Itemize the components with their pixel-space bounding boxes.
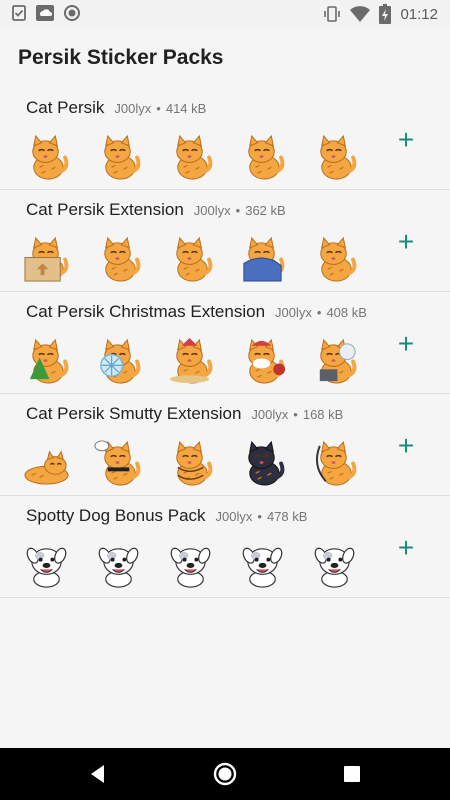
dog-sticker-3 — [170, 547, 211, 588]
add-to-whatsapp-button[interactable]: + — [392, 228, 420, 256]
pack-author: J00lyx — [215, 509, 253, 524]
pack-separator: • — [316, 305, 322, 320]
pack-size: 408 kB — [326, 305, 367, 320]
pack-size: 414 kB — [165, 101, 207, 116]
pack-name: Cat Persik Christmas Extension — [26, 302, 266, 321]
cat-dark-sticker — [248, 440, 285, 486]
pack-author: J00lyx — [251, 407, 289, 422]
add-to-whatsapp-button[interactable]: + — [392, 534, 420, 562]
add-to-whatsapp-button[interactable]: + — [392, 126, 420, 154]
sticker-pack-list: Cat Persik J00lyx • 414 kB + Cat Persik … — [0, 88, 450, 598]
home-circle-icon[interactable] — [213, 762, 237, 786]
sticker-preview-row — [22, 438, 359, 487]
pack-size: 478 kB — [266, 509, 308, 524]
sticker-preview-row — [22, 132, 359, 181]
pack-name: Spotty Dog Bonus Pack — [26, 506, 206, 525]
cat-sticker-1 — [32, 134, 69, 180]
cat-sticker-2 — [104, 134, 141, 180]
dog-sticker-4 — [242, 547, 283, 588]
pack-name: Cat Persik Extension — [26, 200, 184, 219]
pack-author: J00lyx — [193, 203, 231, 218]
pack-size: 168 kB — [302, 407, 344, 422]
pack-author: J00lyx — [114, 101, 152, 116]
pack-header: Cat Persik Extension J00lyx • 362 kB — [26, 200, 286, 220]
pack-size: 362 kB — [245, 203, 286, 218]
pack-separator: • — [293, 407, 298, 422]
cat-blanket-sticker — [243, 236, 285, 282]
back-triangle-icon[interactable] — [86, 762, 110, 786]
cat-lying-sticker — [24, 450, 69, 485]
sticker-pack-row[interactable]: Cat Persik J00lyx • 414 kB + — [0, 88, 450, 190]
pack-name: Cat Persik — [26, 98, 105, 117]
sticker-pack-row[interactable]: Cat Persik Smutty Extension J00lyx • 168 kB — [0, 394, 450, 496]
dog-sticker-5 — [314, 547, 355, 588]
cat-sticker-8 — [320, 236, 357, 282]
pack-separator: • — [257, 509, 262, 524]
page-title: Persik Sticker Packs — [18, 46, 224, 69]
cat-sticker-4 — [248, 134, 285, 180]
dog-sticker-2 — [98, 547, 139, 588]
status-bar: 01:12 — [0, 0, 450, 28]
navigation-bar — [0, 748, 450, 800]
wifi-icon — [350, 6, 371, 22]
pack-header: Cat Persik Smutty Extension J00lyx • 168 kB — [26, 404, 343, 424]
vibrate-icon — [324, 6, 341, 22]
pack-header: Spotty Dog Bonus Pack J00lyx • 478 kB — [26, 506, 307, 526]
cat-snowman-sticker — [319, 338, 357, 384]
cat-santa-sticker — [248, 338, 286, 384]
sticker-pack-row[interactable]: Cat Persik Christmas Extension J00lyx • 408… — [0, 292, 450, 394]
add-to-whatsapp-button[interactable]: + — [392, 330, 420, 358]
recents-square-icon[interactable] — [340, 762, 364, 786]
cat-whip-sticker — [315, 440, 357, 486]
cat-tree-sticker — [29, 338, 69, 384]
checklist-icon — [12, 5, 26, 21]
cat-gift-sticker — [169, 337, 213, 384]
pack-header: Cat Persik J00lyx • 414 kB — [26, 98, 206, 118]
pack-name: Cat Persik Smutty Extension — [26, 404, 242, 423]
dog-sticker-1 — [26, 547, 67, 588]
sticker-preview-row — [22, 540, 359, 589]
cat-sticker-5 — [320, 134, 357, 180]
cat-thought-sticker — [94, 440, 141, 486]
clock: 01:12 — [400, 5, 438, 23]
sticker-pack-row[interactable]: Spotty Dog Bonus Pack J00lyx • 478 kB + — [0, 496, 450, 598]
battery-icon — [379, 4, 392, 24]
cat-sticker-6 — [104, 236, 141, 282]
add-to-whatsapp-button[interactable]: + — [392, 432, 420, 460]
cat-sticker-3 — [176, 134, 213, 180]
cat-snowflake-sticker — [100, 338, 141, 384]
sticker-preview-row — [22, 234, 359, 283]
pack-author: J00lyx — [275, 305, 312, 320]
cloud-app-icon — [36, 5, 54, 21]
pack-separator: • — [235, 203, 241, 218]
cat-tied-sticker — [176, 440, 213, 486]
cat-sticker-7 — [176, 236, 213, 282]
pack-separator: • — [156, 101, 161, 116]
cat-in-box-sticker — [24, 236, 69, 282]
app-bar: Persik Sticker Packs — [0, 28, 450, 88]
pack-header: Cat Persik Christmas Extension J00lyx • 408… — [26, 302, 367, 322]
sticker-preview-row — [22, 336, 359, 385]
circle-app-icon — [64, 5, 80, 21]
sticker-pack-row[interactable]: Cat Persik Extension J00lyx • 362 kB + — [0, 190, 450, 292]
